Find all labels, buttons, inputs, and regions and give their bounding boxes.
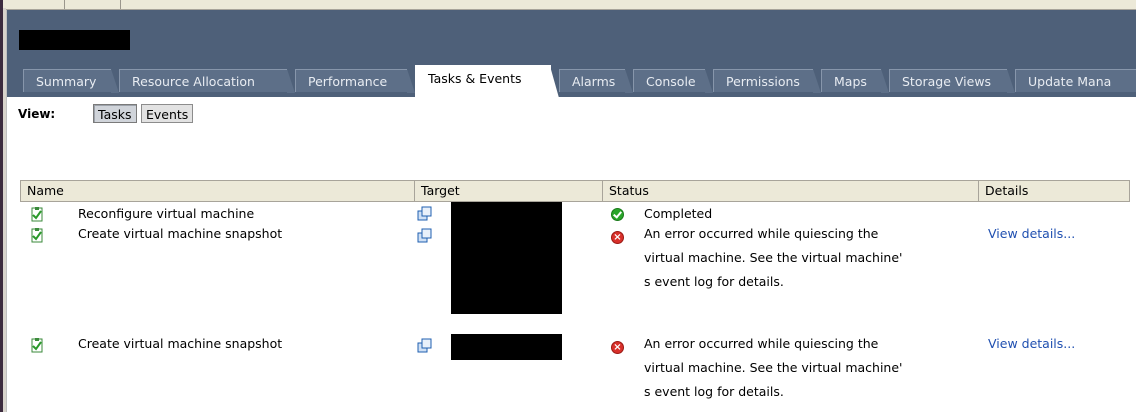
tab-alarms[interactable]: Alarms <box>559 69 633 93</box>
column-header-name[interactable]: Name <box>21 181 415 201</box>
column-header-details[interactable]: Details <box>979 181 1129 201</box>
view-tasks-button[interactable]: Tasks <box>93 104 137 123</box>
status-line: An error occurred while quiescing the <box>644 336 879 351</box>
tab-tasks-events[interactable]: Tasks & Events <box>415 65 559 98</box>
tab-resource-allocation[interactable]: Resource Allocation <box>119 69 295 93</box>
tab-maps[interactable]: Maps <box>821 69 889 93</box>
view-events-button[interactable]: Events <box>141 104 194 123</box>
target-redacted <box>451 226 562 314</box>
virtual-machine-icon <box>417 338 432 353</box>
status-message: An error occurred while quiescing the vi… <box>644 222 964 294</box>
column-header-status[interactable]: Status <box>603 181 979 201</box>
toolbar-separator <box>120 0 121 9</box>
tab-performance[interactable]: Performance <box>295 69 415 93</box>
success-icon <box>611 208 624 221</box>
toolbar-separator <box>64 0 65 9</box>
status-line: s event log for details. <box>644 384 784 399</box>
status-line: An error occurred while quiescing the <box>644 226 879 241</box>
tab-storage-views[interactable]: Storage Views <box>889 69 1015 93</box>
tab-summary[interactable]: Summary <box>23 69 119 93</box>
task-name: Reconfigure virtual machine <box>78 206 255 221</box>
status-line: s event log for details. <box>644 274 784 289</box>
status-text: Completed <box>644 206 713 221</box>
vm-title-redacted <box>19 30 130 50</box>
tab-bar: Summary Resource Allocation Performance … <box>7 65 1136 98</box>
task-icon <box>31 207 43 222</box>
target-redacted <box>451 202 562 226</box>
view-details-link[interactable]: View details... <box>988 336 1075 351</box>
panel-header: Summary Resource Allocation Performance … <box>7 10 1136 98</box>
view-bar: View: Tasks Events <box>7 97 1136 133</box>
status-message: An error occurred while quiescing the vi… <box>644 332 964 404</box>
table-row[interactable]: Create virtual machine snapshot × An err… <box>20 334 1130 412</box>
error-icon: × <box>611 341 624 354</box>
view-label: View: <box>18 107 56 121</box>
task-icon <box>31 228 43 243</box>
top-toolbar-strip <box>0 0 1136 10</box>
status-line: virtual machine. See the virtual machine… <box>644 360 903 375</box>
view-details-link[interactable]: View details... <box>988 226 1075 241</box>
tab-console[interactable]: Console <box>633 69 713 93</box>
virtual-machine-icon <box>417 228 432 243</box>
status-line: virtual machine. See the virtual machine… <box>644 250 903 265</box>
error-icon: × <box>611 231 624 244</box>
table-header: Name Target Status Details <box>20 180 1130 202</box>
column-header-target[interactable]: Target <box>415 181 603 201</box>
tab-update-manager[interactable]: Update Mana <box>1015 69 1136 92</box>
target-redacted <box>451 334 562 360</box>
task-icon <box>31 338 43 353</box>
tab-permissions[interactable]: Permissions <box>713 69 821 93</box>
task-name: Create virtual machine snapshot <box>78 226 283 241</box>
table-row[interactable]: Create virtual machine snapshot × An err… <box>20 226 1130 326</box>
virtual-machine-icon <box>417 206 432 221</box>
task-name: Create virtual machine snapshot <box>78 336 283 351</box>
